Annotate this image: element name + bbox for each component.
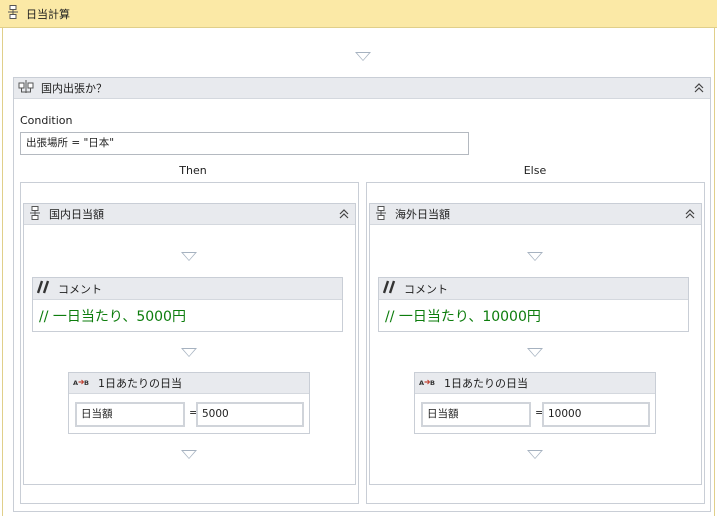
drop-target-arrow[interactable] <box>355 52 371 61</box>
then-label: Then <box>179 164 207 177</box>
collapse-icon[interactable] <box>692 81 706 95</box>
then-sequence[interactable]: 国内日当額 コメント // 一日当たり、5000円 A B 1日あたりの日当 日… <box>23 203 356 485</box>
svg-text:A: A <box>419 379 424 387</box>
collapse-icon[interactable] <box>337 207 351 221</box>
svg-text:A: A <box>73 379 78 387</box>
assign-title: 1日あたりの日当 <box>444 377 528 390</box>
condition-label: Condition <box>20 114 73 127</box>
then-sequence-title: 国内日当額 <box>49 208 104 221</box>
comment-header[interactable]: コメント <box>33 278 342 300</box>
comment-title: コメント <box>404 282 448 296</box>
drop-target-arrow[interactable] <box>527 348 543 357</box>
then-sequence-header[interactable]: 国内日当額 <box>24 204 355 225</box>
else-sequence-title: 海外日当額 <box>395 208 450 221</box>
drop-target-arrow[interactable] <box>181 450 197 459</box>
then-comment-activity[interactable]: コメント // 一日当たり、5000円 <box>32 277 343 332</box>
assign-to-field[interactable]: 日当額 <box>421 402 531 427</box>
assign-icon: A B <box>73 377 91 390</box>
else-comment-activity[interactable]: コメント // 一日当たり、10000円 <box>378 277 689 332</box>
assign-value-field[interactable]: 5000 <box>196 402 304 427</box>
flow-decision-icon <box>18 79 34 97</box>
else-branch[interactable]: 海外日当額 コメント // 一日当たり、10000円 A B 1日あたりの日当 … <box>366 182 705 504</box>
drop-target-arrow[interactable] <box>527 450 543 459</box>
comment-icon <box>382 280 397 297</box>
collapse-icon[interactable] <box>683 207 697 221</box>
drop-target-arrow[interactable] <box>527 252 543 261</box>
else-label: Else <box>523 164 547 177</box>
sequence-title: 日当計算 <box>26 7 70 21</box>
sequence-icon <box>6 5 20 22</box>
drop-target-arrow[interactable] <box>181 252 197 261</box>
if-activity[interactable]: 国内出張か？ Condition 出張場所 = "日本" Then Else 国… <box>13 77 711 512</box>
else-sequence-header[interactable]: 海外日当額 <box>370 204 701 225</box>
if-header[interactable]: 国内出張か？ <box>14 78 710 99</box>
comment-title: コメント <box>58 282 102 296</box>
comment-text[interactable]: // 一日当たり、5000円 <box>39 306 186 326</box>
then-branch[interactable]: 国内日当額 コメント // 一日当たり、5000円 A B 1日あたりの日当 日… <box>20 182 359 504</box>
else-assign-activity[interactable]: A B 1日あたりの日当 日当額 = 10000 <box>414 372 656 434</box>
sequence-icon <box>28 205 42 223</box>
assign-title: 1日あたりの日当 <box>98 377 182 390</box>
then-assign-activity[interactable]: A B 1日あたりの日当 日当額 = 5000 <box>68 372 310 434</box>
comment-text[interactable]: // 一日当たり、10000円 <box>385 306 541 326</box>
svg-text:B: B <box>430 379 435 387</box>
drop-target-arrow[interactable] <box>181 348 197 357</box>
svg-text:B: B <box>84 379 89 387</box>
assign-to-field[interactable]: 日当額 <box>75 402 185 427</box>
assign-header[interactable]: A B 1日あたりの日当 <box>415 373 655 394</box>
if-title: 国内出張か？ <box>41 82 107 95</box>
assign-icon: A B <box>419 377 437 390</box>
assign-value-field[interactable]: 10000 <box>542 402 650 427</box>
assign-header[interactable]: A B 1日あたりの日当 <box>69 373 309 394</box>
comment-header[interactable]: コメント <box>379 278 688 300</box>
condition-input[interactable]: 出張場所 = "日本" <box>20 132 469 155</box>
sequence-header[interactable]: 日当計算 <box>0 0 717 28</box>
comment-icon <box>36 280 51 297</box>
sequence-icon <box>374 205 388 223</box>
else-sequence[interactable]: 海外日当額 コメント // 一日当たり、10000円 A B 1日あたりの日当 … <box>369 203 702 485</box>
